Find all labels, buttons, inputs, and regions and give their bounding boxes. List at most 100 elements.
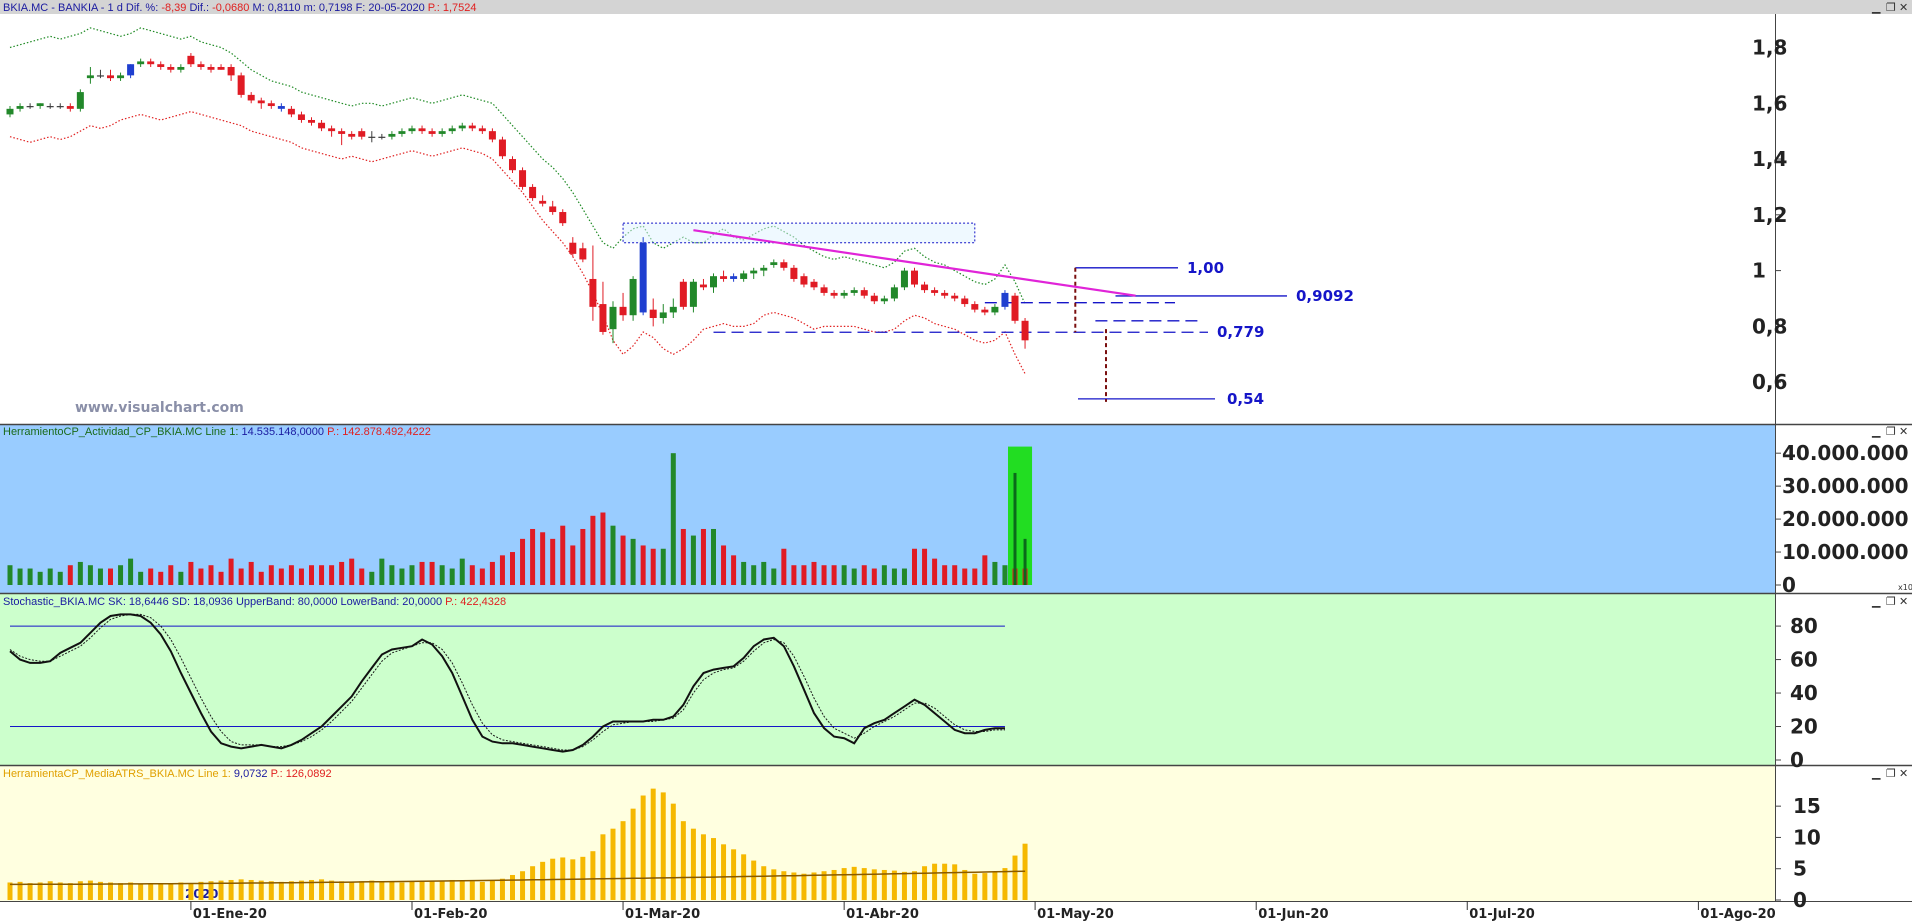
atr-bar xyxy=(731,849,737,900)
stochastic-axis-tick: 60 xyxy=(1790,648,1818,672)
atr-bar xyxy=(409,881,415,900)
atr-bar xyxy=(37,882,43,900)
atr-window-buttons[interactable]: ▁ ❐ ✕ xyxy=(1871,767,1908,780)
candle-body xyxy=(257,100,265,104)
atr-bar xyxy=(761,866,767,900)
close-icon[interactable]: ✕ xyxy=(1899,425,1908,438)
price-axis-tick: 1,4 xyxy=(1752,147,1787,171)
candle-body xyxy=(609,306,617,330)
volume-bar xyxy=(128,558,134,585)
close-icon[interactable]: ✕ xyxy=(1899,767,1908,780)
candle-body xyxy=(318,122,326,129)
close-icon[interactable]: ✕ xyxy=(1899,595,1908,608)
volume-bar xyxy=(108,568,113,585)
volume-bar xyxy=(258,571,264,585)
candle xyxy=(237,72,245,98)
stochastic-panel xyxy=(0,594,1775,765)
atr-header: HerramientaCP_MediaATRS_BKIA.MC Line 1: … xyxy=(3,768,332,780)
volume-bar xyxy=(901,568,907,585)
atr-bar xyxy=(640,795,646,900)
stochastic-window-buttons[interactable]: ▁ ❐ ✕ xyxy=(1871,595,1908,608)
header-part: Dif.: xyxy=(186,2,212,14)
candle-body xyxy=(860,290,868,296)
atr-bar xyxy=(118,883,124,900)
candle-body xyxy=(388,133,396,137)
restore-icon[interactable]: ❐ xyxy=(1886,425,1896,438)
restore-icon[interactable]: ❐ xyxy=(1886,767,1896,780)
atr-bar xyxy=(901,871,907,900)
volume-bar xyxy=(771,568,777,585)
atr-bar xyxy=(751,860,757,900)
close-icon[interactable]: ✕ xyxy=(1899,1,1908,14)
atr-bar xyxy=(912,871,917,900)
candle xyxy=(1011,292,1019,324)
candle-body xyxy=(529,186,537,199)
volume-bar xyxy=(731,555,737,585)
volume-bar xyxy=(922,548,928,585)
volume-bar-highlight xyxy=(1023,538,1027,585)
header-part: HerramientoCP_Actividad_CP_BKIA.MC Line … xyxy=(3,426,241,438)
candle-body xyxy=(56,106,64,108)
volume-bar xyxy=(721,545,727,585)
candle-body xyxy=(46,106,54,108)
candle-body xyxy=(237,75,245,95)
volume-axis-tick: 40.000.000 xyxy=(1782,441,1909,465)
candle-body xyxy=(921,284,929,291)
volume-bar xyxy=(178,571,184,585)
price-window-buttons[interactable]: ▁ ❐ ✕ xyxy=(1871,1,1908,14)
level-label: 0,54 xyxy=(1227,390,1264,408)
price-axis-tick: 1,2 xyxy=(1752,203,1787,227)
volume-bar xyxy=(238,568,244,585)
minimize-icon[interactable]: ▁ xyxy=(1871,1,1881,14)
candle-body xyxy=(428,131,436,134)
volume-window-buttons[interactable]: ▁ ❐ ✕ xyxy=(1871,425,1908,438)
volume-bar xyxy=(429,561,435,585)
candle-body xyxy=(498,139,506,157)
atr-bar xyxy=(379,881,385,900)
volume-bar xyxy=(359,568,365,585)
volume-bar xyxy=(198,568,204,585)
atr-bar xyxy=(942,863,948,900)
restore-icon[interactable]: ❐ xyxy=(1886,1,1896,14)
atr-bar xyxy=(399,882,405,900)
header-part: HerramientaCP_MediaATRS_BKIA.MC Line 1: xyxy=(3,768,234,780)
atr-bar xyxy=(510,874,515,900)
candle-body xyxy=(408,128,416,132)
stochastic-axis-tick: 80 xyxy=(1790,614,1818,638)
volume-bar xyxy=(570,545,576,585)
candle-body xyxy=(720,276,728,279)
date-label: 01-Feb-20 xyxy=(414,907,487,922)
candle-body xyxy=(448,128,456,132)
header-part: 14.535.148,0000 xyxy=(241,426,324,438)
volume-bar xyxy=(841,565,847,585)
volume-bar xyxy=(942,565,948,585)
candle-body xyxy=(559,212,567,224)
volume-bar xyxy=(640,545,646,585)
candle xyxy=(1001,290,1009,310)
candle-body xyxy=(599,304,607,332)
volume-bar xyxy=(590,515,596,585)
volume-bar xyxy=(288,565,294,585)
minimize-icon[interactable]: ▁ xyxy=(1871,767,1881,780)
volume-bar xyxy=(17,568,23,585)
atr-axis-tick: 15 xyxy=(1793,794,1821,818)
candle-body xyxy=(549,206,557,213)
atr-bar xyxy=(108,882,113,900)
volume-bar xyxy=(7,565,13,585)
atr-bar xyxy=(168,883,174,900)
stochastic-axis-tick: 20 xyxy=(1790,715,1818,739)
volume-bar xyxy=(138,571,144,585)
atr-bar xyxy=(429,880,435,900)
price-axis-tick: 0,8 xyxy=(1752,314,1787,338)
atr-bar xyxy=(841,868,847,900)
restore-icon[interactable]: ❐ xyxy=(1886,595,1896,608)
atr-bar xyxy=(188,883,194,900)
atr-bar xyxy=(540,861,546,900)
minimize-icon[interactable]: ▁ xyxy=(1871,425,1881,438)
price-axis-tick: 0,6 xyxy=(1752,370,1787,394)
atr-bar xyxy=(721,844,727,900)
volume-bar xyxy=(369,571,375,585)
header-part: -8,39 xyxy=(161,2,186,14)
volume-axis-tick: 10.000.000 xyxy=(1782,540,1909,564)
minimize-icon[interactable]: ▁ xyxy=(1871,595,1881,608)
